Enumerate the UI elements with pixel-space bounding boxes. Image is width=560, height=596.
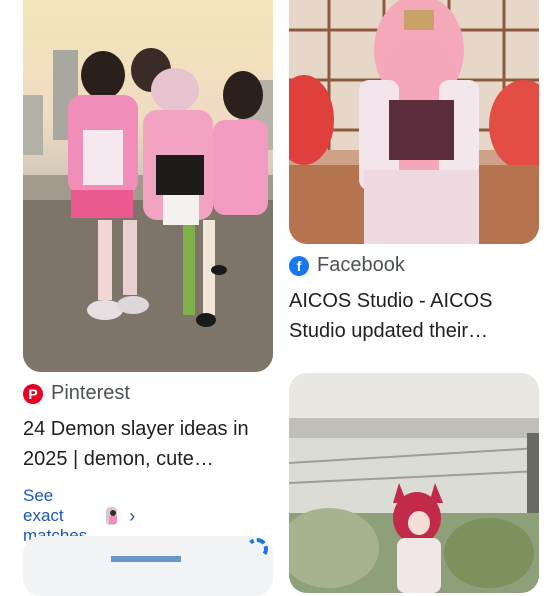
pinterest-icon: P — [23, 384, 43, 404]
result-title[interactable]: AICOS Studio - AICOS Studio updated thei… — [289, 286, 539, 346]
loading-spinner-icon — [246, 538, 268, 560]
source-name: Facebook — [317, 254, 405, 277]
source-row: P Pinterest — [23, 382, 130, 405]
result-image-red-hair-cosplay[interactable] — [289, 373, 539, 593]
result-image-partial-left[interactable] — [23, 536, 273, 596]
chevron-right-icon: › — [129, 506, 135, 527]
result-image-pink-hair-cosplay[interactable] — [289, 0, 539, 244]
source-name: Pinterest — [51, 382, 130, 405]
result-title[interactable]: 24 Demon slayer ideas in 2025 | demon, c… — [23, 414, 283, 474]
match-thumbnail-icon — [106, 507, 117, 525]
source-row: f Facebook — [289, 254, 405, 277]
facebook-icon: f — [289, 256, 309, 276]
result-image-cosplay-group[interactable] — [23, 0, 273, 372]
